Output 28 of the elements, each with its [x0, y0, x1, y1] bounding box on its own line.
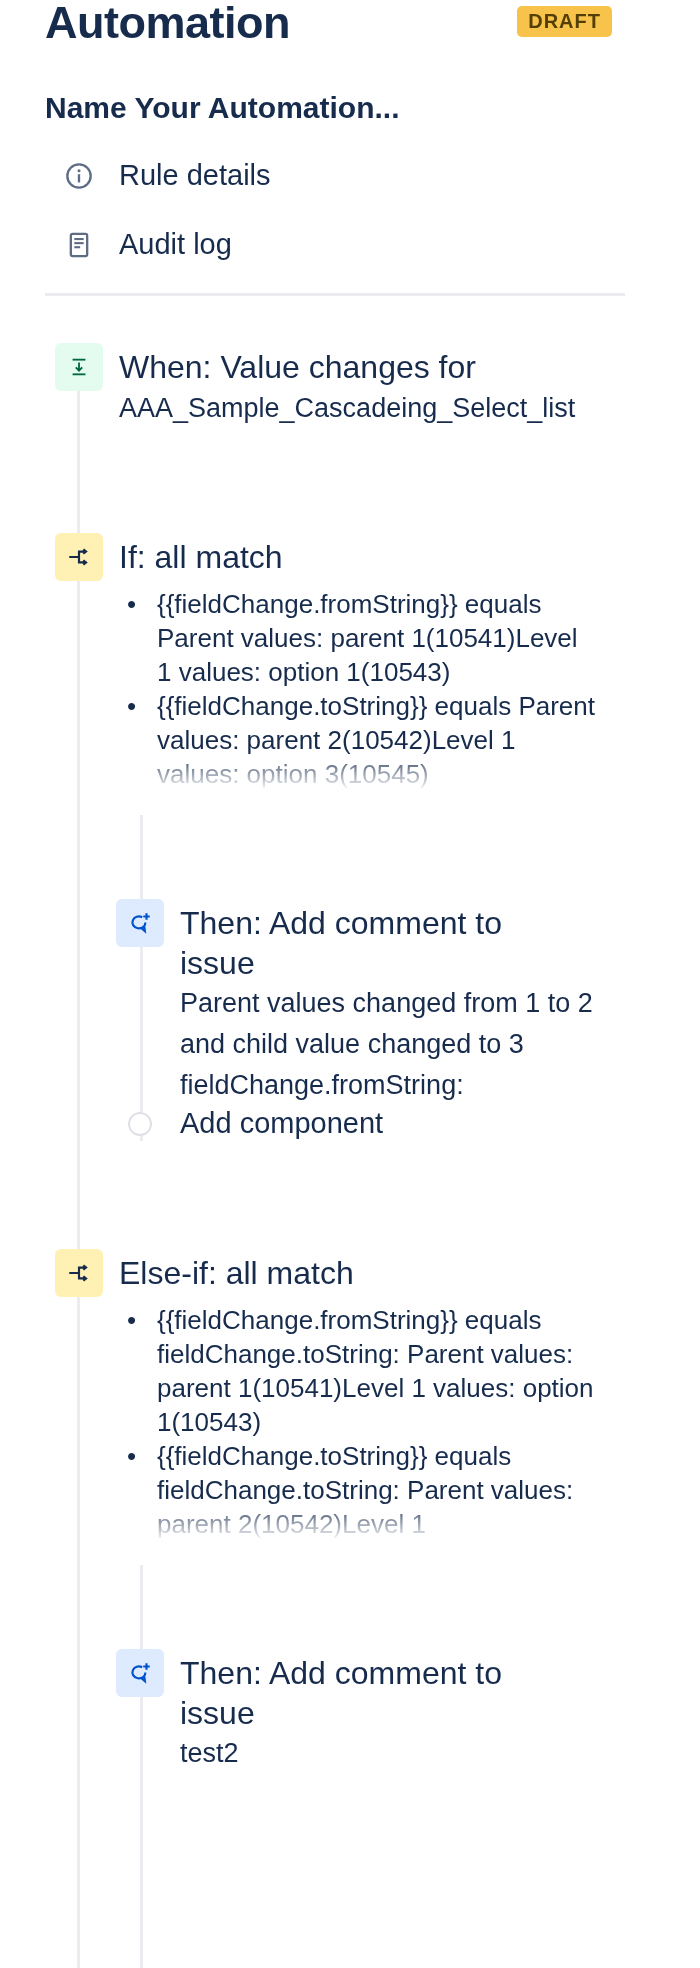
menu-item[interactable]: Audit log: [45, 227, 232, 262]
step-title[interactable]: When: Value changes for: [119, 343, 519, 391]
condition-item: {{fieldChange.fromString}} equals fieldChange.toString: Parent values: parent 1(10541)Level 1 values: option 1(10543): [157, 1304, 595, 1439]
add-component-button[interactable]: Add component: [116, 1106, 384, 1141]
field-name: AAA_Sample_Cascadeing_Select_list: [119, 392, 577, 425]
trigger-icon: [55, 343, 103, 391]
branch-icon: [55, 1249, 103, 1297]
status-badge: DRAFT: [517, 6, 612, 37]
info-icon: [65, 161, 93, 190]
step-title[interactable]: Else-if: all match: [119, 1249, 519, 1297]
bullet-marker: •: [127, 690, 138, 723]
step-title[interactable]: Then: Add comment to issue: [180, 899, 580, 983]
branch-icon: [55, 533, 103, 581]
bullet-marker: •: [127, 1304, 138, 1337]
step-title[interactable]: If: all match: [119, 533, 519, 581]
menu-item[interactable]: Rule details: [45, 158, 271, 193]
condition-item: {{fieldChange.toString}} equals Parent values: parent 2(10542)Level 1 values: option 3(10545): [157, 690, 596, 791]
rule-name[interactable]: Name Your Automation...: [45, 90, 640, 126]
bullet-marker: •: [127, 588, 138, 621]
comment-add-icon: [116, 1649, 164, 1697]
step-title[interactable]: Then: Add comment to issue: [180, 1649, 580, 1733]
page-title: Automation: [45, 0, 290, 50]
condition-item: {{fieldChange.toString}} equals fieldChange.toString: Parent values: parent 2(10542)Level 1: [157, 1440, 575, 1541]
condition-item: {{fieldChange.fromString}} equals Parent values: parent 1(10541)Level 1 values: option 1(10543): [157, 588, 579, 689]
comment-text: Parent values changed from 1 to 2 and child value changed to 3 fieldChange.fromString:: [180, 987, 594, 1102]
bullet-marker: •: [127, 1440, 138, 1473]
comment-add-icon: [116, 899, 164, 947]
comment-text: test2: [180, 1737, 240, 1770]
